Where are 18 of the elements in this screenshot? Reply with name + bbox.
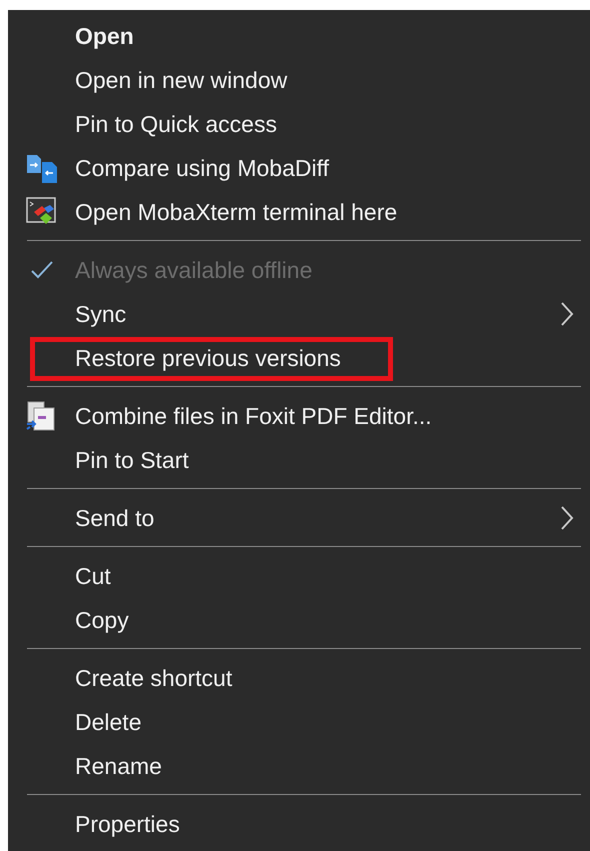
menu-item[interactable]: Restore previous versions	[75, 344, 341, 372]
menu-item[interactable]: Combine files in Foxit PDF Editor...	[75, 402, 432, 430]
menu-item[interactable]: Pin to Quick access	[75, 110, 277, 138]
menu-item[interactable]: Sync	[75, 300, 126, 328]
menu-item[interactable]: Cut	[75, 562, 111, 590]
menu-item: Always available offline	[75, 256, 312, 284]
menu-item[interactable]: Open MobaXterm terminal here	[75, 198, 398, 226]
menu-item[interactable]: Open in new window	[75, 66, 288, 94]
menu-item[interactable]: Create shortcut	[75, 664, 232, 692]
menu-item[interactable]: Copy	[75, 606, 129, 634]
menu-item[interactable]: Properties	[75, 810, 180, 838]
menu-item[interactable]: Compare using MobaDiff	[75, 154, 329, 182]
menu-item[interactable]: Pin to Start	[75, 446, 189, 474]
menu-item[interactable]: Open	[75, 22, 134, 50]
menu-item[interactable]: Rename	[75, 752, 162, 780]
menu-item[interactable]: Send to	[75, 504, 154, 532]
documents-icon	[26, 152, 58, 184]
menu-item[interactable]: Delete	[75, 708, 142, 736]
